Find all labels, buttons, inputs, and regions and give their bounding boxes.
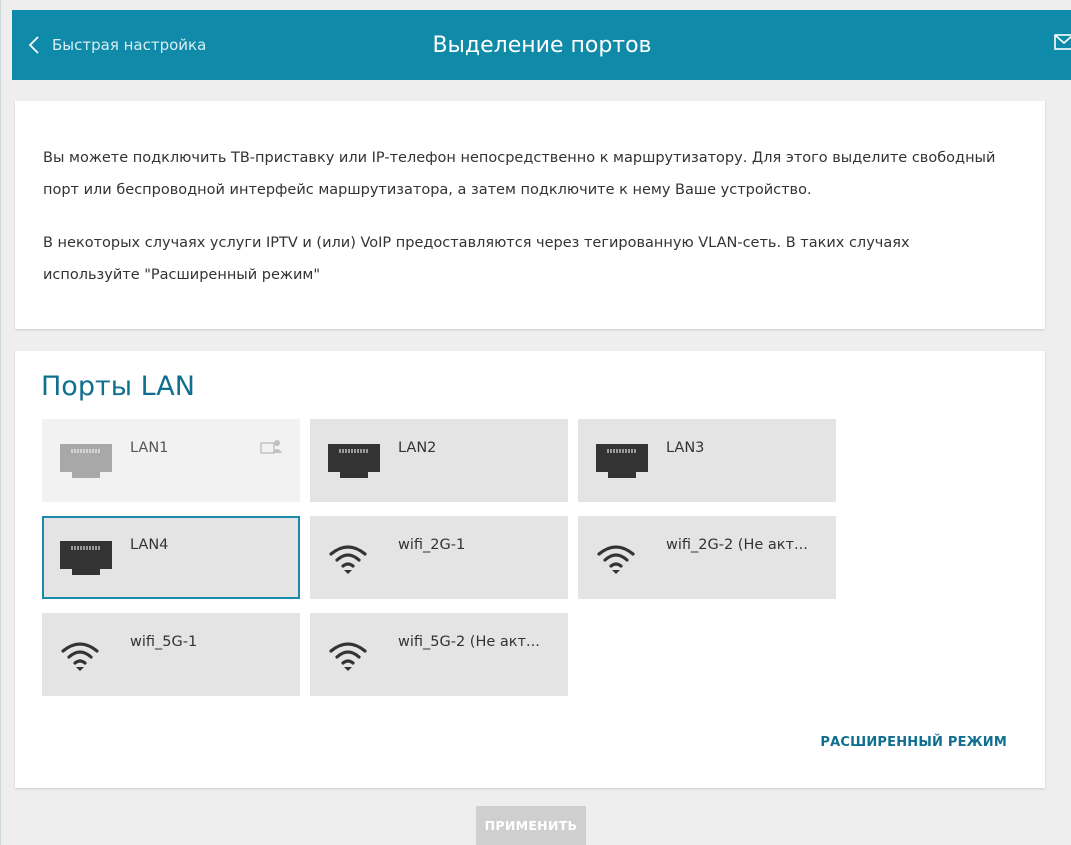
ports-card: Порты LAN LAN1 LAN2 LAN3 LAN4 wifi_2G-1 … (15, 351, 1045, 788)
info-paragraph-1: Вы можете подключить ТВ-приставку или IP… (43, 150, 996, 198)
port-label: wifi_5G-1 (130, 634, 198, 650)
info-card: Вы можете подключить ТВ-приставку или IP… (15, 101, 1045, 329)
app-window: Быстрая настройка Выделение портов Вы мо… (0, 0, 1071, 845)
page-title: Выделение портов (432, 32, 652, 58)
ethernet-port-icon (328, 444, 380, 488)
port-label: LAN1 (130, 440, 169, 456)
port-label: LAN4 (130, 537, 169, 553)
port-tile-wifi-5g-1[interactable]: wifi_5G-1 (42, 613, 300, 696)
wifi-icon (60, 638, 100, 678)
port-tile-lan1[interactable]: LAN1 (42, 419, 300, 502)
port-label: wifi_5G-2 (Не акт... (398, 634, 540, 650)
ethernet-port-icon (596, 444, 648, 488)
ports-section-title: Порты LAN (41, 371, 195, 402)
port-tile-lan4[interactable]: LAN4 (42, 516, 300, 599)
port-tile-wifi-2g-1[interactable]: wifi_2G-1 (310, 516, 568, 599)
wifi-icon (596, 541, 636, 581)
info-paragraph-2: В некоторых случаях услуги IPTV и (или) … (43, 235, 910, 283)
port-tile-wifi-2g-2[interactable]: wifi_2G-2 (Не акт... (578, 516, 836, 599)
port-label: wifi_2G-2 (Не акт... (666, 537, 808, 553)
port-label: LAN2 (398, 440, 437, 456)
mail-icon[interactable] (1054, 34, 1071, 50)
port-tile-lan2[interactable]: LAN2 (310, 419, 568, 502)
advanced-mode-link[interactable]: РАСШИРЕННЫЙ РЕЖИМ (820, 735, 1007, 750)
apply-button[interactable]: ПРИМЕНИТЬ (476, 806, 586, 845)
internet-user-icon (260, 439, 282, 459)
port-tile-lan3[interactable]: LAN3 (578, 419, 836, 502)
port-label: wifi_2G-1 (398, 537, 466, 553)
port-label: LAN3 (666, 440, 705, 456)
ethernet-port-icon (60, 444, 112, 488)
top-bar: Быстрая настройка Выделение портов (12, 10, 1071, 80)
wifi-icon (328, 541, 368, 581)
wifi-icon (328, 638, 368, 678)
port-tile-wifi-5g-2[interactable]: wifi_5G-2 (Не акт... (310, 613, 568, 696)
ethernet-port-icon (60, 541, 112, 585)
